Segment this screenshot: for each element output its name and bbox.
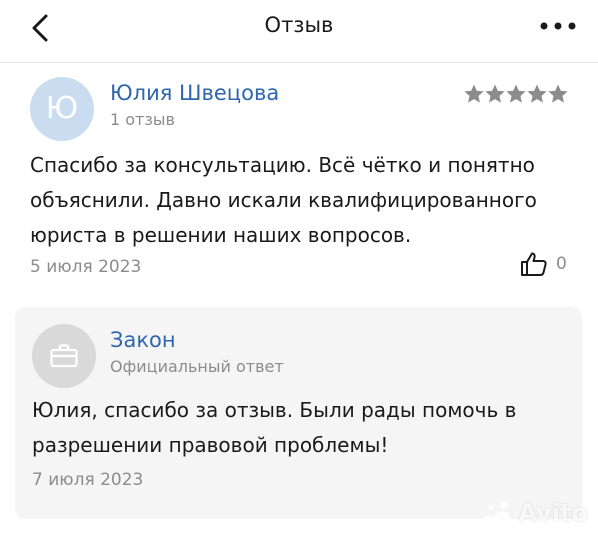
reply-date: 7 июля 2023 (32, 470, 144, 490)
watermark-text: Avito (518, 499, 588, 527)
like-count: 0 (556, 254, 567, 274)
like-button[interactable]: 0 (520, 251, 567, 277)
official-reply-label: Официальный ответ (110, 357, 284, 376)
avito-watermark: Avito (480, 498, 588, 528)
more-dots-icon (540, 22, 576, 30)
review-text: Спасибо за консультацию. Всё чётко и пон… (30, 153, 537, 247)
avito-logo-icon (484, 501, 511, 527)
thumbs-up-icon (521, 252, 547, 276)
star-icon (464, 84, 484, 103)
star-icon (506, 84, 526, 103)
star-icon (527, 84, 547, 103)
star-icon (548, 84, 568, 103)
star-icon (485, 84, 505, 103)
header-divider (0, 62, 598, 63)
header: Отзыв (0, 0, 598, 56)
company-avatar (32, 324, 96, 388)
author-review-count: 1 отзыв (110, 110, 175, 129)
briefcase-icon (50, 344, 78, 368)
reply-author-name[interactable]: Закон (110, 328, 176, 352)
official-reply-card: Закон Официальный ответ Юлия, спасибо за… (15, 307, 582, 519)
review-date: 5 июля 2023 (30, 257, 142, 277)
reply-text: Юлия, спасибо за отзыв. Были рады помочь… (32, 398, 517, 457)
page-title: Отзыв (264, 13, 334, 37)
avatar: Ю (30, 77, 94, 141)
more-button[interactable] (538, 14, 578, 38)
author-name[interactable]: Юлия Швецова (110, 81, 279, 105)
star-rating (464, 84, 568, 104)
